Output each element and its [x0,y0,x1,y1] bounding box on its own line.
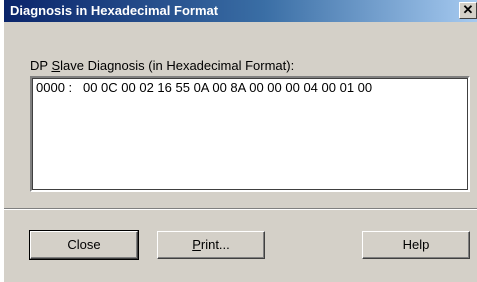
label-accelerator: S [51,58,61,73]
title-bar[interactable]: Diagnosis in Hexadecimal Format ✕ [4,0,477,22]
print-button[interactable]: Print... [157,231,265,259]
diagnosis-dialog: Diagnosis in Hexadecimal Format ✕ DP Sla… [4,0,477,282]
help-button-label: Help [402,237,430,252]
label-suffix: lave Diagnosis (in Hexadecimal Format): [60,58,295,73]
close-glyph: ✕ [462,2,474,17]
close-button[interactable]: Close [29,230,139,260]
window-title: Diagnosis in Hexadecimal Format [10,3,219,18]
close-button-label: Close [67,237,101,252]
label-prefix: DP [30,58,52,73]
hex-line: 0000 : 00 0C 00 02 16 55 0A 00 8A 00 00 … [36,80,373,95]
close-icon[interactable]: ✕ [459,2,477,19]
help-button[interactable]: Help [362,231,470,259]
hex-output-box[interactable]: 0000 : 00 0C 00 02 16 55 0A 00 8A 00 00 … [30,76,470,192]
separator [4,208,477,210]
print-accelerator: P [192,237,201,252]
slave-diagnosis-label: DP Slave Diagnosis (in Hexadecimal Forma… [30,58,294,73]
print-button-label: rint... [200,237,230,252]
